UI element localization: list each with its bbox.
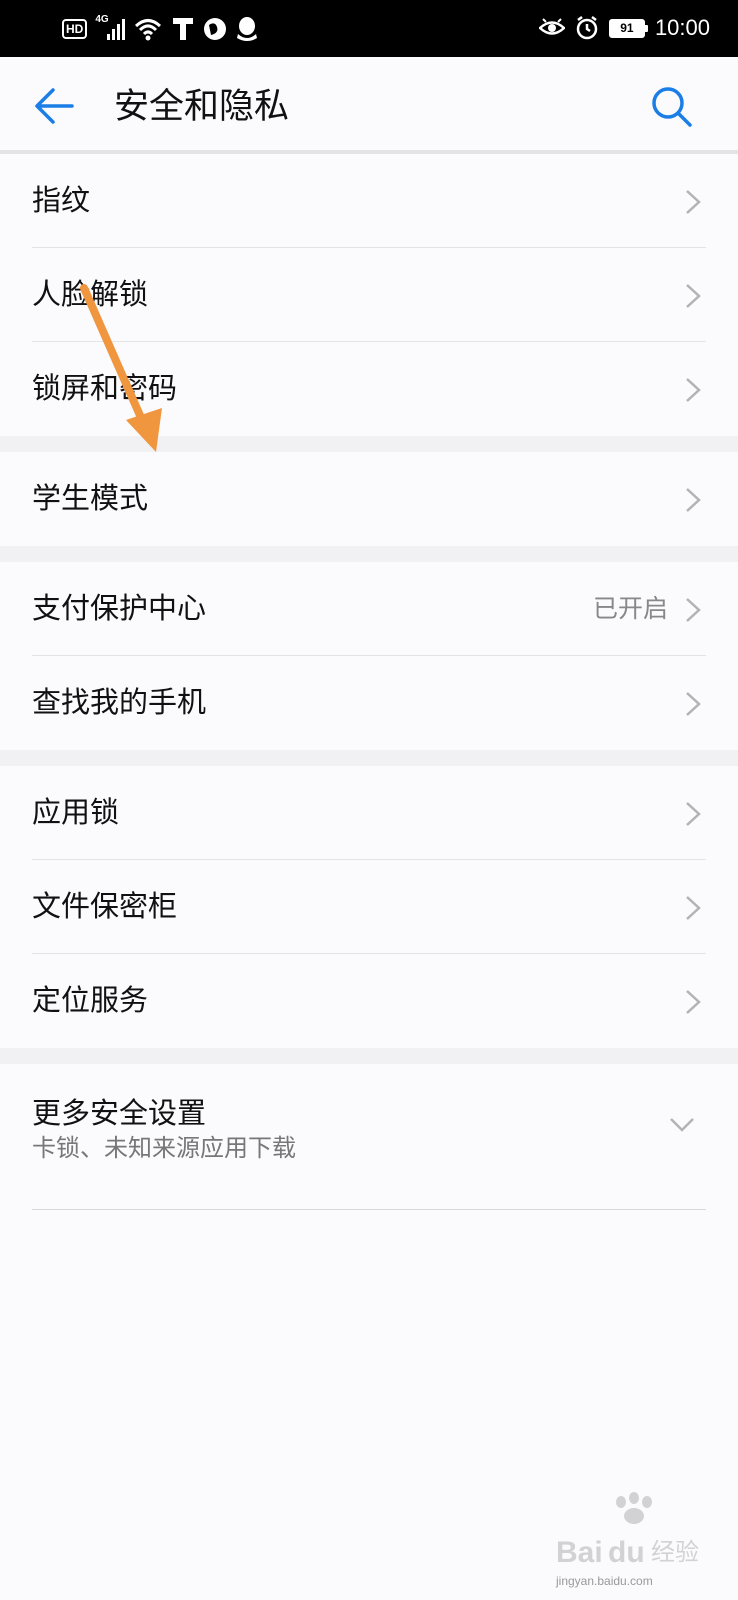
chevron-right-icon <box>686 190 701 214</box>
chevron-right-icon <box>686 896 701 920</box>
annotation-arrow-icon <box>80 284 162 452</box>
alarm-icon <box>576 16 598 40</box>
section-privacy: 应用锁 文件保密柜 定位服务 <box>0 766 738 1048</box>
back-button[interactable] <box>34 85 76 127</box>
item-label: 学生模式 <box>32 481 149 515</box>
section-protection: 支付保护中心 已开启 查找我的手机 <box>0 562 738 750</box>
chevron-right-icon <box>686 692 701 716</box>
app-lock-item[interactable]: 应用锁 <box>32 766 706 860</box>
browser-icon <box>204 18 227 40</box>
title-bar: 安全和隐私 <box>0 57 738 150</box>
item-label: 更多安全设置 <box>32 1096 207 1130</box>
battery-icon: 91 <box>608 18 648 38</box>
app-notification-icon <box>173 18 194 40</box>
hd-icon: HD <box>62 19 88 39</box>
wifi-icon <box>135 19 162 41</box>
file-safe-item[interactable]: 文件保密柜 <box>32 860 706 954</box>
svg-text:Bai: Bai <box>556 1536 603 1569</box>
student-mode-item[interactable]: 学生模式 <box>32 452 706 546</box>
search-icon <box>652 87 692 127</box>
chevron-right-icon <box>686 802 701 826</box>
eye-comfort-icon <box>538 18 565 35</box>
section-student: 学生模式 <box>0 452 738 546</box>
chevron-right-icon <box>686 598 701 622</box>
search-button[interactable] <box>650 85 694 129</box>
svg-text:经验: 经验 <box>651 1538 699 1566</box>
section-divider <box>0 1048 738 1064</box>
watermark-url: jingyan.baidu.com <box>556 1574 653 1588</box>
status-bar: HD 4G 91 10:00 <box>0 0 738 57</box>
status-icons-left: HD 4G <box>62 14 259 44</box>
item-sublabel: 卡锁、未知来源应用下载 <box>32 1134 296 1162</box>
chevron-right-icon <box>686 488 701 512</box>
item-label: 应用锁 <box>32 795 120 829</box>
signal-icon: 4G <box>95 14 126 42</box>
item-label: 支付保护中心 <box>32 591 207 625</box>
section-divider <box>0 750 738 766</box>
item-label: 定位服务 <box>32 983 149 1017</box>
fingerprint-item[interactable]: 指纹 <box>32 154 706 248</box>
status-icons-right: 91 10:00 <box>538 12 710 44</box>
section-more: 更多安全设置 卡锁、未知来源应用下载 <box>0 1064 738 1210</box>
page-title: 安全和隐私 <box>114 87 290 127</box>
chevron-right-icon <box>686 990 701 1014</box>
back-arrow-icon <box>35 88 74 124</box>
find-my-phone-item[interactable]: 查找我的手机 <box>32 656 706 750</box>
more-security-settings-item[interactable]: 更多安全设置 卡锁、未知来源应用下载 <box>32 1064 706 1210</box>
location-services-item[interactable]: 定位服务 <box>32 954 706 1048</box>
status-value: 已开启 <box>592 594 668 623</box>
chevron-down-icon <box>670 1118 694 1132</box>
chevron-right-icon <box>686 284 701 308</box>
status-time: 10:00 <box>654 15 710 40</box>
chevron-right-icon <box>686 378 701 402</box>
item-label: 文件保密柜 <box>32 889 178 923</box>
svg-text:du: du <box>608 1536 645 1569</box>
payment-protection-item[interactable]: 支付保护中心 已开启 <box>32 562 706 656</box>
qq-icon <box>237 17 258 41</box>
item-label: 查找我的手机 <box>32 685 207 719</box>
item-label: 指纹 <box>32 183 91 217</box>
section-divider <box>0 546 738 562</box>
baidu-jingyan-watermark-icon: Bai du 经验 <box>556 1492 699 1569</box>
